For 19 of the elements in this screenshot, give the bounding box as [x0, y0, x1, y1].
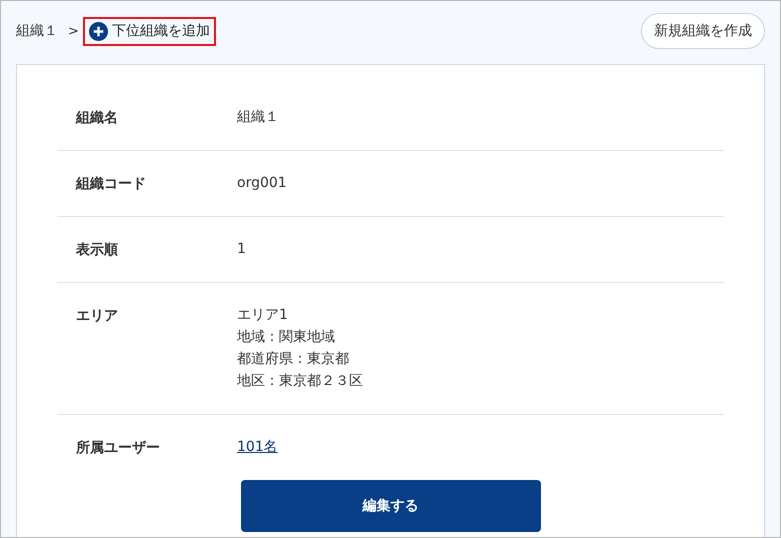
field-label: 組織コード [76, 175, 147, 194]
breadcrumb-separator: > [68, 24, 79, 38]
field-value-line: 都道府県：東京都 [237, 350, 350, 369]
field-value-line: 地区：東京都２３区 [237, 372, 364, 391]
edit-button[interactable]: 編集する [240, 480, 540, 532]
breadcrumb-item: 組織１ [16, 22, 58, 40]
field-value-line: 地域：関東地域 [237, 328, 336, 347]
member-count-link[interactable]: 101名 [237, 436, 278, 458]
field-label: エリア [76, 307, 119, 326]
plus-icon [88, 22, 108, 40]
add-sub-organization-link[interactable]: 下位組織を追加 [82, 16, 216, 46]
field-value: 1 [237, 240, 247, 259]
field-label: 表示順 [76, 241, 119, 260]
field-label: 所属ユーザー [76, 439, 161, 458]
field-value: org001 [237, 174, 288, 193]
create-organization-button[interactable]: 新規組織を作成 [641, 13, 765, 49]
field-value: 組織１ [237, 108, 280, 127]
field-value-line: エリア1 [237, 306, 289, 325]
field-label: 組織名 [76, 109, 119, 128]
